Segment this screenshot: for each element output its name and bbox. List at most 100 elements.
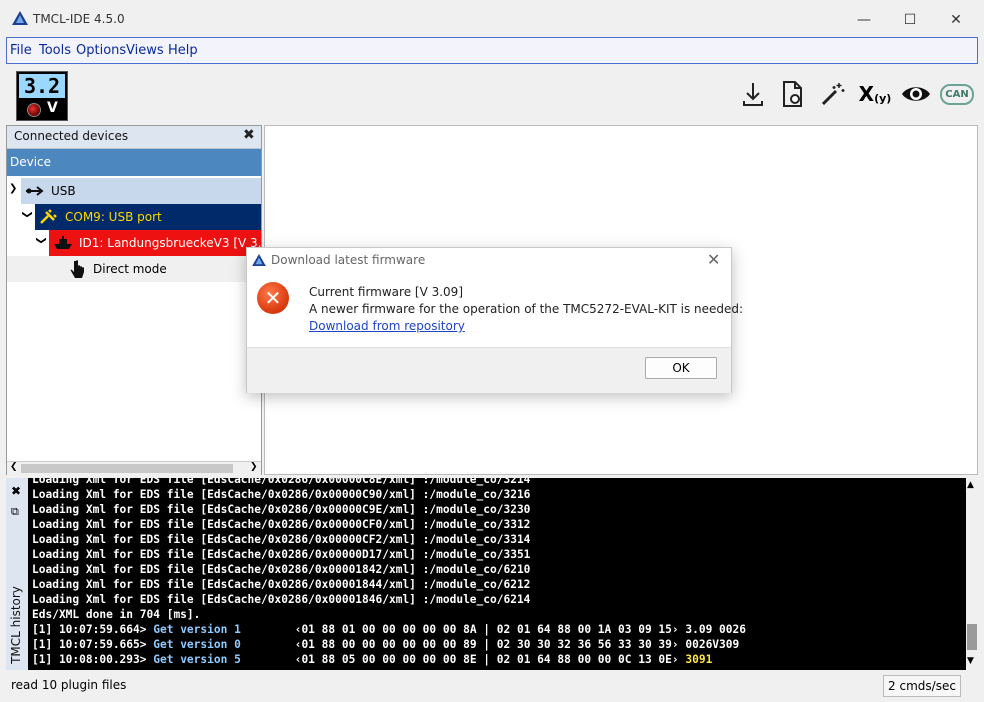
usb-icon — [26, 186, 44, 196]
tree-row-mode[interactable]: Direct mode — [7, 256, 261, 282]
dialog-current-firmware: Current firmware [V 3.09] — [309, 285, 463, 299]
menu-file[interactable]: File — [10, 43, 32, 58]
console-float-icon[interactable]: ⧉ — [11, 505, 19, 519]
scroll-up-icon[interactable]: ▲ — [967, 480, 974, 490]
connected-devices-panel: Connected devices ✖ Device ❯ USB ❯ COM9:… — [6, 125, 262, 476]
ship-icon — [54, 236, 72, 249]
status-led-icon — [27, 103, 41, 117]
dialog-close-icon[interactable]: ✕ — [707, 250, 720, 269]
status-message: read 10 plugin files — [11, 678, 127, 692]
history-command: Get version 5 — [153, 653, 241, 666]
maximize-button[interactable]: ☐ — [887, 6, 933, 34]
scroll-thumb[interactable] — [21, 464, 233, 473]
history-frame: ‹01 88 05 00 00 00 00 00 8E | 02 01 64 8… — [294, 653, 686, 666]
history-result: 3.09 0026 — [685, 623, 746, 636]
dialog-footer: OK — [247, 347, 731, 393]
tmcl-history-console[interactable]: Loading Xml for EDS file [EdsCache/0x028… — [28, 478, 966, 670]
console-line: Loading Xml for EDS file [EdsCache/0x028… — [32, 503, 531, 516]
history-prefix: [1] 10:07:59.664> — [32, 623, 154, 636]
history-command: Get version 1 — [153, 623, 241, 636]
document-gear-icon[interactable] — [776, 78, 810, 110]
console-line: Loading Xml for EDS file [EdsCache/0x028… — [32, 548, 531, 561]
console-title: TMCL history — [9, 586, 23, 664]
voltage-indicator[interactable]: 3.2 V — [16, 71, 68, 121]
dialog-title: Download latest firmware — [271, 253, 426, 267]
x-y-icon[interactable]: X (y) — [858, 78, 892, 110]
dialog-body: ✕ Current firmware [V 3.09] A newer firm… — [247, 272, 743, 347]
firmware-dialog: Download latest firmware ✕ ✕ Current fir… — [246, 247, 743, 393]
chevron-down-icon[interactable]: ❯ — [36, 236, 47, 244]
hand-cursor-icon — [70, 260, 84, 278]
dialog-message: A newer firmware for the operation of th… — [309, 302, 744, 316]
x-label: X — [858, 82, 875, 106]
close-button[interactable]: ✕ — [933, 6, 979, 34]
console-lines: Loading Xml for EDS file [EdsCache/0x028… — [32, 478, 746, 667]
console-line: Loading Xml for EDS file [EdsCache/0x028… — [32, 488, 531, 501]
plug-icon — [40, 209, 57, 224]
tree-row-usb[interactable]: ❯ USB — [7, 178, 261, 204]
menu-help[interactable]: Help — [168, 43, 198, 58]
scroll-right-icon[interactable]: ❯ — [250, 462, 258, 472]
console-line: Loading Xml for EDS file [EdsCache/0x028… — [32, 563, 531, 576]
error-icon: ✕ — [257, 282, 289, 314]
minimize-button[interactable]: — — [841, 6, 887, 34]
column-label: Device — [10, 155, 52, 169]
voltage-unit: V — [47, 100, 58, 116]
menu-tools[interactable]: Tools — [39, 43, 71, 58]
title-bar: TMCL-IDE 4.5.0 — ☐ ✕ — [0, 0, 984, 38]
vertical-scrollbar[interactable]: ▲ ▼ — [966, 478, 978, 670]
horizontal-scrollbar[interactable]: ❮ ❯ — [7, 461, 261, 476]
history-gap — [241, 653, 295, 666]
console-line: Loading Xml for EDS file [EdsCache/0x028… — [32, 533, 531, 546]
voltage-display: 3.2 — [19, 74, 65, 98]
ok-button[interactable]: OK — [645, 357, 717, 379]
history-frame: ‹01 88 01 00 00 00 00 00 8A | 02 01 64 8… — [294, 623, 686, 636]
panel-header: Connected devices ✖ — [7, 126, 261, 149]
panel-title: Connected devices — [14, 129, 129, 143]
console-line: Loading Xml for EDS file [EdsCache/0x028… — [32, 478, 531, 486]
chevron-down-icon[interactable]: ❯ — [22, 210, 33, 218]
dialog-title-bar: Download latest firmware ✕ — [247, 248, 731, 272]
history-result: 0026V309 — [685, 638, 740, 651]
console-side-bar: ✖ ⧉ TMCL history — [6, 478, 28, 670]
history-prefix: [1] 10:07:59.665> — [32, 638, 154, 651]
menu-bar: File Tools Options Views Help — [6, 37, 978, 64]
history-line: [1] 10:07:59.664> Get version 1 ‹01 88 0… — [32, 622, 746, 637]
history-prefix: [1] 10:08:00.293> — [32, 653, 154, 666]
command-rate: 2 cmds/sec — [883, 675, 961, 697]
scroll-left-icon[interactable]: ❮ — [10, 462, 18, 472]
tree-row-port[interactable]: ❯ COM9: USB port — [7, 204, 261, 230]
history-gap — [241, 638, 295, 651]
history-frame: ‹01 88 00 00 00 00 00 00 89 | 02 30 30 3… — [294, 638, 686, 651]
menu-options[interactable]: Options — [76, 43, 126, 58]
window-title: TMCL-IDE 4.5.0 — [33, 12, 125, 26]
eye-icon[interactable] — [899, 78, 933, 110]
scroll-thumb[interactable] — [967, 624, 977, 650]
console-line: Eds/XML done in 704 [ms]. — [32, 608, 201, 621]
history-result: 3091 — [685, 653, 713, 666]
history-command: Get version 0 — [153, 638, 241, 651]
y-label: (y) — [874, 91, 892, 105]
app-logo-icon — [12, 11, 28, 25]
can-icon[interactable]: CAN — [940, 78, 974, 110]
panel-close-icon[interactable]: ✖ — [243, 127, 255, 143]
menu-views[interactable]: Views — [126, 43, 164, 58]
tree-label-device: ID1: LandungsbrueckeV3 [V 3.09 — [79, 236, 261, 250]
console-line: Loading Xml for EDS file [EdsCache/0x028… — [32, 518, 531, 531]
download-icon[interactable] — [736, 78, 770, 110]
history-line: [1] 10:07:59.665> Get version 0 ‹01 88 0… — [32, 637, 746, 652]
can-label: CAN — [940, 83, 974, 105]
scroll-down-icon[interactable]: ▼ — [967, 656, 974, 666]
console-line: Loading Xml for EDS file [EdsCache/0x028… — [32, 593, 531, 606]
console-line: Loading Xml for EDS file [EdsCache/0x028… — [32, 578, 531, 591]
tree-label-port: COM9: USB port — [65, 210, 162, 224]
download-link[interactable]: Download from repository — [309, 319, 465, 333]
chevron-down-icon[interactable]: ❯ — [9, 183, 17, 194]
app-logo-icon — [252, 254, 266, 266]
magic-wand-icon[interactable] — [816, 78, 850, 110]
tree-column-header[interactable]: Device — [7, 149, 261, 176]
console-close-icon[interactable]: ✖ — [11, 484, 21, 498]
tree-row-device[interactable]: ❯ ID1: LandungsbrueckeV3 [V 3.09 — [7, 230, 261, 256]
history-line: [1] 10:08:00.293> Get version 5 ‹01 88 0… — [32, 652, 746, 667]
tree-label-mode: Direct mode — [93, 262, 167, 276]
